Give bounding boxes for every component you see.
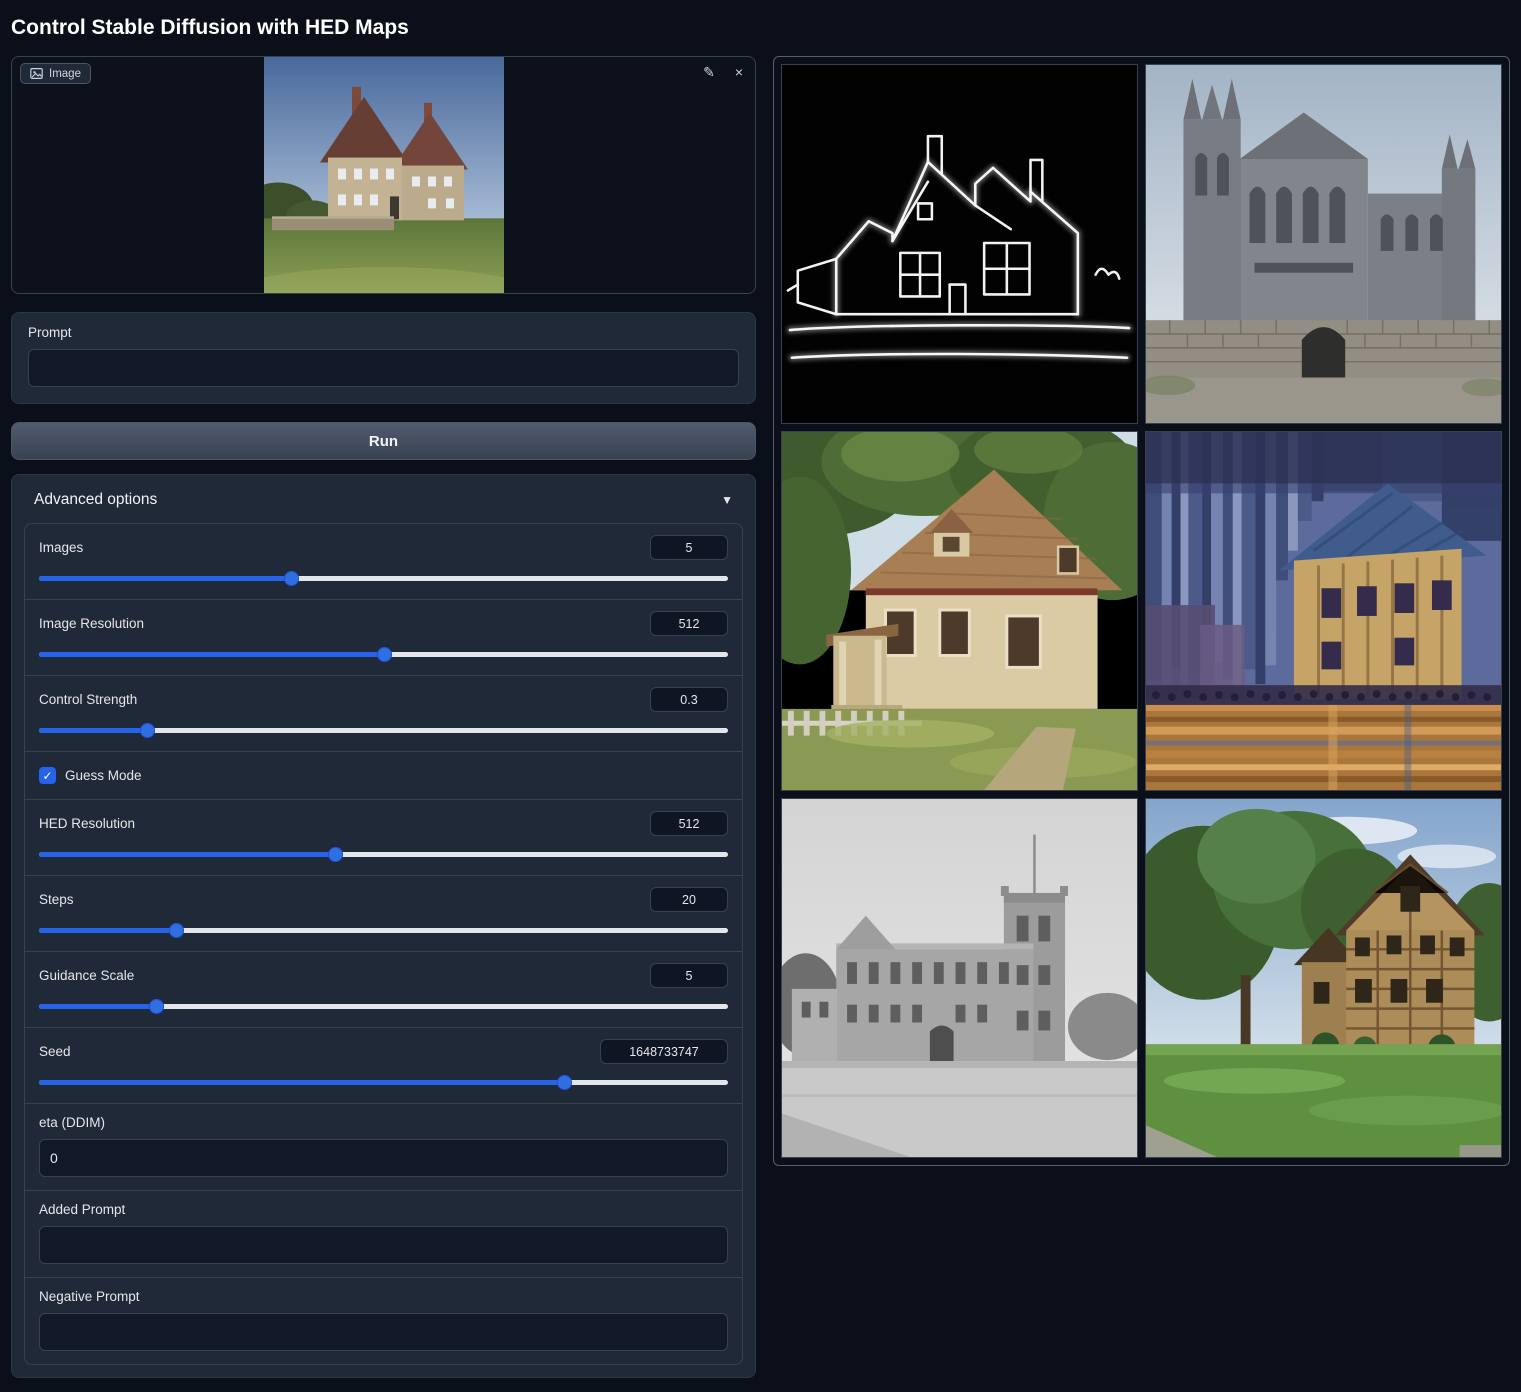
image-resolution-value-input[interactable]: 512 bbox=[650, 611, 728, 636]
seed-label: Seed bbox=[39, 1044, 71, 1059]
prompt-input[interactable] bbox=[28, 349, 739, 387]
guidance-scale-value-input[interactable]: 5 bbox=[650, 963, 728, 988]
slider-thumb[interactable] bbox=[377, 647, 392, 662]
edit-image-button[interactable]: ✎ bbox=[701, 63, 717, 81]
slider-fill bbox=[39, 576, 291, 581]
hed-resolution-label: HED Resolution bbox=[39, 816, 135, 831]
guess-mode-checkbox[interactable]: ✓ bbox=[39, 767, 56, 784]
prompt-block: Prompt bbox=[11, 312, 756, 404]
advanced-options-header[interactable]: Advanced options ▼ bbox=[24, 487, 743, 523]
result-gallery bbox=[773, 56, 1510, 1166]
control-strength-value-input[interactable]: 0.3 bbox=[650, 687, 728, 712]
gallery-item-rainy-painting[interactable] bbox=[1145, 431, 1502, 791]
guess-mode-row: ✓ Guess Mode bbox=[25, 752, 742, 800]
added-prompt-input[interactable] bbox=[39, 1226, 728, 1264]
gallery-item-cathedral[interactable] bbox=[1145, 64, 1502, 424]
advanced-options-block: Advanced options ▼ Images 5 bbox=[11, 474, 756, 1378]
image-tab-label: Image bbox=[49, 68, 81, 80]
uploaded-image[interactable] bbox=[264, 57, 504, 293]
bw-building-image bbox=[782, 799, 1137, 1157]
added-prompt-row: Added Prompt bbox=[25, 1191, 742, 1278]
image-resolution-row: Image Resolution 512 bbox=[25, 600, 742, 676]
steps-label: Steps bbox=[39, 892, 74, 907]
slider-fill bbox=[39, 1080, 565, 1085]
image-input-block[interactable]: Image ✎ × bbox=[11, 56, 756, 294]
control-strength-slider[interactable] bbox=[39, 723, 728, 738]
slider-fill bbox=[39, 852, 336, 857]
image-resolution-slider[interactable] bbox=[39, 647, 728, 662]
images-row: Images 5 bbox=[25, 524, 742, 600]
cathedral-image bbox=[1146, 65, 1501, 423]
slider-thumb[interactable] bbox=[284, 571, 299, 586]
slider-thumb[interactable] bbox=[328, 847, 343, 862]
slider-fill bbox=[39, 928, 177, 933]
guidance-scale-row: Guidance Scale 5 bbox=[25, 952, 742, 1028]
timber-house-image bbox=[1146, 799, 1501, 1157]
images-label: Images bbox=[39, 540, 83, 555]
slider-thumb[interactable] bbox=[169, 923, 184, 938]
advanced-options-title: Advanced options bbox=[34, 491, 157, 509]
prompt-label: Prompt bbox=[28, 325, 739, 340]
eta-input[interactable] bbox=[39, 1139, 728, 1177]
seed-value-input[interactable]: 1648733747 bbox=[600, 1039, 728, 1064]
hed-edge-map-image bbox=[782, 65, 1137, 423]
painted-cottage-image bbox=[782, 432, 1137, 790]
pencil-icon: ✎ bbox=[703, 64, 715, 80]
slider-thumb[interactable] bbox=[140, 723, 155, 738]
house-photo-image bbox=[264, 57, 504, 293]
gallery-item-bw-building[interactable] bbox=[781, 798, 1138, 1158]
slider-fill bbox=[39, 652, 384, 657]
gallery-item-painted-cottage[interactable] bbox=[781, 431, 1138, 791]
steps-value-input[interactable]: 20 bbox=[650, 887, 728, 912]
gallery-item-hed-map[interactable] bbox=[781, 64, 1138, 424]
results-column bbox=[773, 56, 1510, 1166]
control-strength-label: Control Strength bbox=[39, 692, 137, 707]
eta-label: eta (DDIM) bbox=[39, 1115, 728, 1130]
slider-fill bbox=[39, 728, 147, 733]
guidance-scale-label: Guidance Scale bbox=[39, 968, 134, 983]
image-resolution-label: Image Resolution bbox=[39, 616, 144, 631]
check-icon: ✓ bbox=[42, 769, 52, 783]
app: Control Stable Diffusion with HED Maps I… bbox=[0, 0, 1521, 1392]
close-icon: × bbox=[735, 64, 743, 80]
page-title: Control Stable Diffusion with HED Maps bbox=[11, 16, 1510, 40]
run-button[interactable]: Run bbox=[11, 422, 756, 460]
seed-row: Seed 1648733747 bbox=[25, 1028, 742, 1104]
images-slider[interactable] bbox=[39, 571, 728, 586]
negative-prompt-input[interactable] bbox=[39, 1313, 728, 1351]
hed-resolution-slider[interactable] bbox=[39, 847, 728, 862]
negative-prompt-label: Negative Prompt bbox=[39, 1289, 728, 1304]
clear-image-button[interactable]: × bbox=[733, 63, 745, 81]
image-tab[interactable]: Image bbox=[20, 63, 91, 84]
gallery-item-timber-house[interactable] bbox=[1145, 798, 1502, 1158]
guidance-scale-slider[interactable] bbox=[39, 999, 728, 1014]
advanced-options-form: Images 5 Image Resolution 5 bbox=[24, 523, 743, 1365]
slider-thumb[interactable] bbox=[149, 999, 164, 1014]
hed-resolution-row: HED Resolution 512 bbox=[25, 800, 742, 876]
rainy-painting-image bbox=[1146, 432, 1501, 790]
guess-mode-label[interactable]: Guess Mode bbox=[65, 768, 142, 783]
eta-row: eta (DDIM) bbox=[25, 1104, 742, 1191]
seed-slider[interactable] bbox=[39, 1075, 728, 1090]
slider-fill bbox=[39, 1004, 157, 1009]
images-value-input[interactable]: 5 bbox=[650, 535, 728, 560]
control-strength-row: Control Strength 0.3 bbox=[25, 676, 742, 752]
slider-thumb[interactable] bbox=[557, 1075, 572, 1090]
collapse-arrow-icon[interactable]: ▼ bbox=[721, 493, 733, 507]
negative-prompt-row: Negative Prompt bbox=[25, 1278, 742, 1364]
hed-resolution-value-input[interactable]: 512 bbox=[650, 811, 728, 836]
image-icon bbox=[30, 67, 43, 80]
steps-slider[interactable] bbox=[39, 923, 728, 938]
image-actions: ✎ × bbox=[701, 63, 745, 81]
added-prompt-label: Added Prompt bbox=[39, 1202, 728, 1217]
steps-row: Steps 20 bbox=[25, 876, 742, 952]
controls-column: Image ✎ × bbox=[11, 56, 756, 1378]
